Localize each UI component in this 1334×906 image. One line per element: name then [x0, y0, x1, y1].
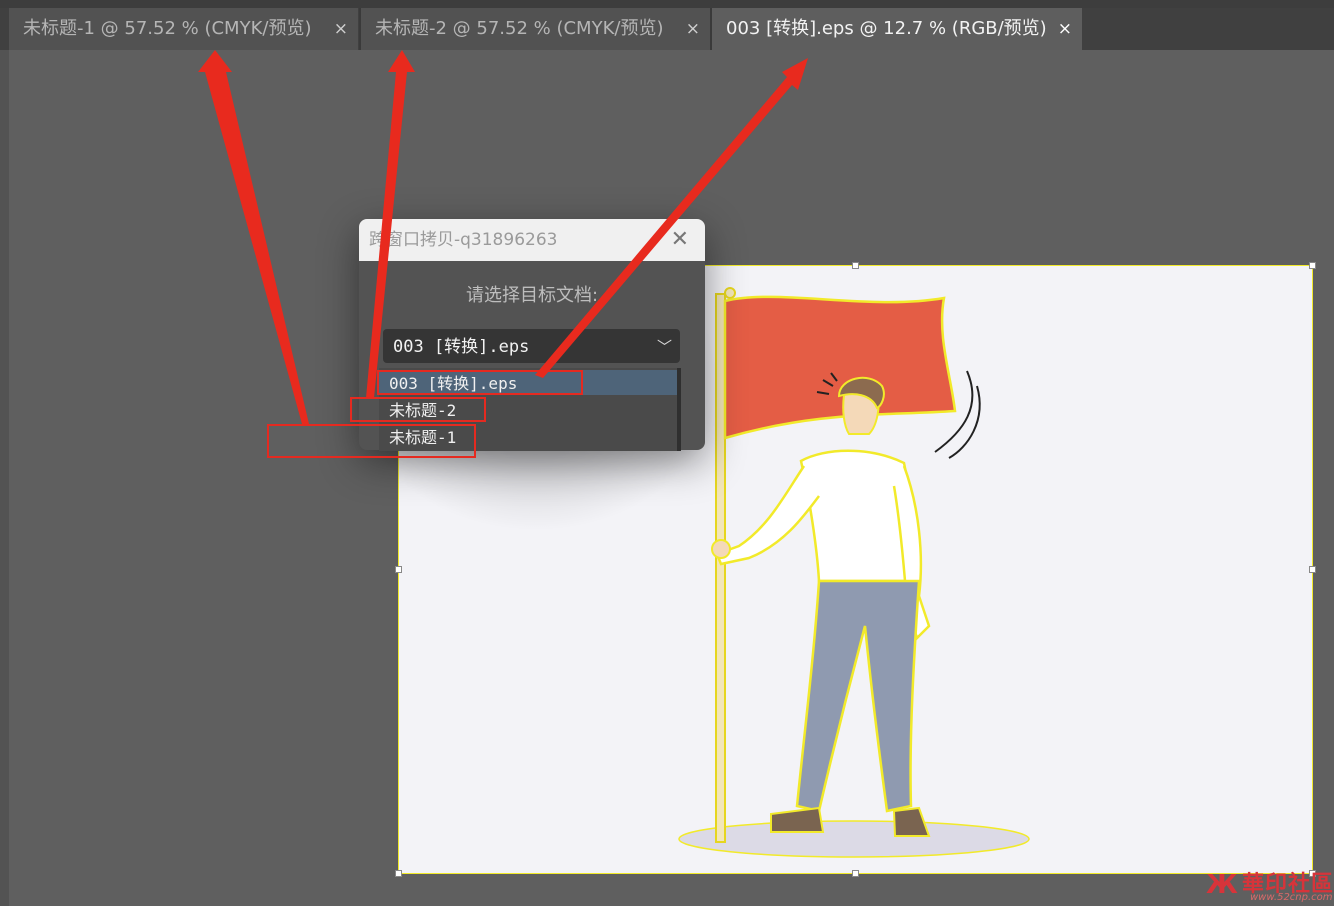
arrow-to-tab-3	[535, 58, 808, 378]
watermark: Ж 華印社區 www.52cnp.com	[1206, 864, 1334, 906]
arrow-to-tab-1	[198, 50, 309, 424]
annotation-arrows	[198, 50, 808, 424]
watermark-logo-icon: Ж	[1206, 870, 1238, 900]
watermark-url: www.52cnp.com	[1250, 892, 1333, 903]
arrow-to-tab-2	[366, 50, 415, 398]
